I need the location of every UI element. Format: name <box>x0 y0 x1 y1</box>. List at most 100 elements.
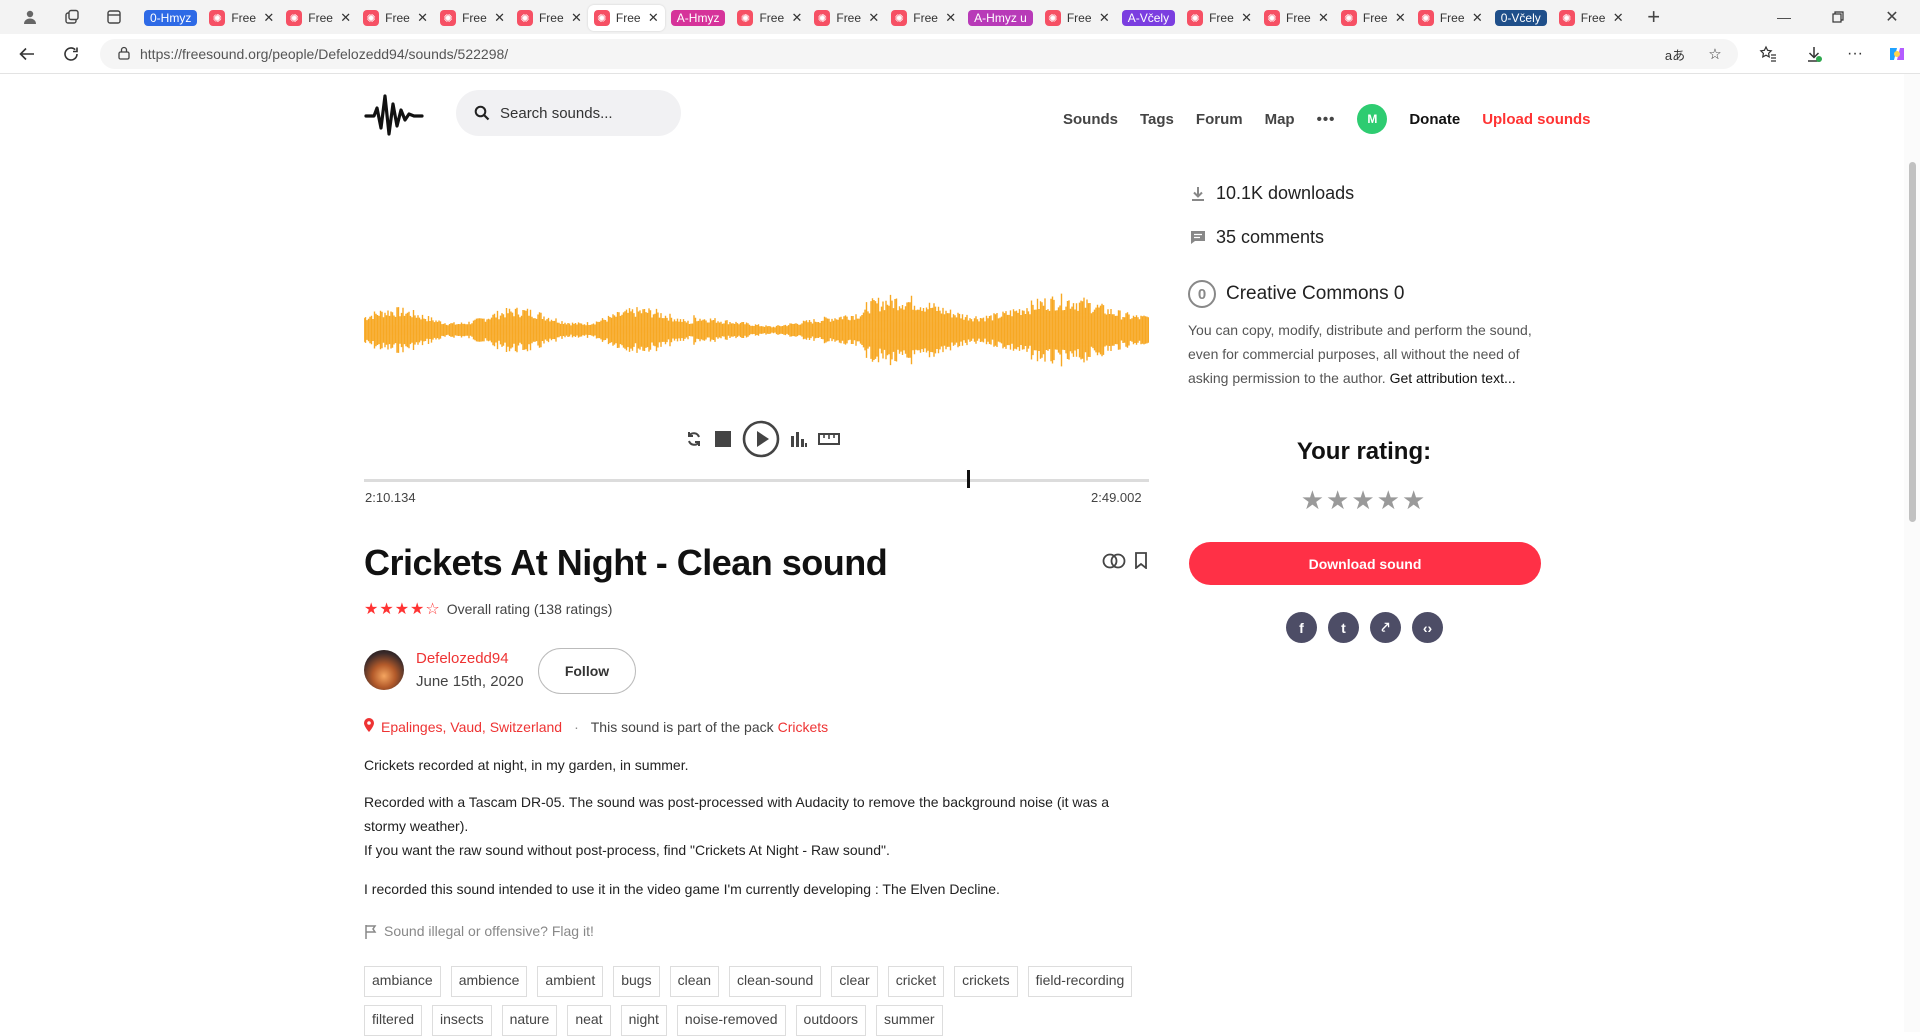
browser-tab[interactable]: ✺ Free ✕ <box>280 5 357 31</box>
close-tab-icon[interactable]: ✕ <box>340 10 351 26</box>
tag-filtered[interactable]: filtered <box>364 1005 423 1036</box>
url-field[interactable]: https://freesound.org/people/Defelozedd9… <box>100 39 1738 69</box>
tab-title[interactable]: Free <box>1286 11 1312 25</box>
play-icon[interactable] <box>742 420 780 463</box>
embed-icon[interactable]: ‹› <box>1412 612 1443 643</box>
close-tab-icon[interactable]: ✕ <box>263 10 274 26</box>
tab-group-label[interactable]: A-Hmyz u <box>962 5 1039 31</box>
settings-more-icon[interactable]: ··· <box>1844 43 1866 65</box>
location-link[interactable]: Epalinges, Vaud, Switzerland <box>381 719 562 735</box>
tag-summer[interactable]: summer <box>876 1005 943 1036</box>
close-tab-icon[interactable]: ✕ <box>791 10 802 26</box>
new-tab-icon[interactable]: + <box>1644 4 1664 29</box>
close-tab-icon[interactable]: ✕ <box>1613 10 1624 26</box>
progress-bar[interactable] <box>364 479 1149 482</box>
more-icon[interactable]: ••• <box>1317 111 1336 128</box>
tag-clear[interactable]: clear <box>831 966 878 997</box>
browser-tab[interactable]: ✺ Free ✕ <box>1412 5 1489 31</box>
close-tab-icon[interactable]: ✕ <box>868 10 879 26</box>
tab-title[interactable]: Free <box>913 11 939 25</box>
profile-icon[interactable] <box>20 7 40 27</box>
tab-group-label[interactable]: A-Hmyz <box>665 5 732 31</box>
nav-map[interactable]: Map <box>1265 111 1295 128</box>
flag-link[interactable]: Sound illegal or offensive? Flag it! <box>364 923 594 939</box>
close-window-icon[interactable]: ✕ <box>1882 7 1902 27</box>
browser-tab[interactable]: ✺ Free ✕ <box>1258 5 1335 31</box>
waveform[interactable] <box>364 290 1149 370</box>
tag-ambiance[interactable]: ambiance <box>364 966 441 997</box>
favorite-star-icon[interactable]: ☆ <box>1704 43 1726 65</box>
close-tab-icon[interactable]: ✕ <box>1472 10 1483 26</box>
comments-text[interactable]: 35 comments <box>1216 227 1324 248</box>
twitter-icon[interactable]: t <box>1328 612 1359 643</box>
url-text[interactable]: https://freesound.org/people/Defelozedd9… <box>140 46 508 62</box>
tag-nature[interactable]: nature <box>501 1005 558 1036</box>
tab-title[interactable]: Free <box>1581 11 1607 25</box>
lock-icon[interactable] <box>118 46 130 63</box>
nav-tags[interactable]: Tags <box>1140 111 1174 128</box>
tab-title[interactable]: Free <box>1209 11 1235 25</box>
tab-title[interactable]: Free <box>836 11 862 25</box>
tab-title[interactable]: Free <box>308 11 334 25</box>
copilot-icon[interactable] <box>1886 43 1908 65</box>
tag-field-recording[interactable]: field-recording <box>1027 966 1133 997</box>
tab-group-name[interactable]: A-Hmyz u <box>968 10 1033 26</box>
bookmark-icon[interactable] <box>1134 552 1148 574</box>
close-tab-icon[interactable]: ✕ <box>945 10 956 26</box>
workspaces-icon[interactable] <box>62 7 82 27</box>
tag-night[interactable]: night <box>620 1005 667 1036</box>
browser-tab[interactable]: ✺ Free ✕ <box>203 5 280 31</box>
tab-group-name[interactable]: 0-Včely <box>1494 10 1547 26</box>
loop-icon[interactable] <box>684 429 704 454</box>
favorites-icon[interactable] <box>1757 43 1779 65</box>
scrollbar-thumb[interactable] <box>1909 162 1916 522</box>
tab-group-label[interactable]: 0-Včely <box>1489 5 1553 31</box>
minimize-icon[interactable]: — <box>1774 7 1794 27</box>
follow-button[interactable]: Follow <box>538 648 636 694</box>
share-icon[interactable]: ⤤ <box>1370 612 1401 643</box>
tab-title[interactable]: Free <box>462 11 488 25</box>
back-icon[interactable] <box>9 36 45 72</box>
comments-count[interactable]: 35 comments <box>1190 227 1324 248</box>
restore-icon[interactable] <box>1828 7 1848 27</box>
tab-group-label[interactable]: A-Včely <box>1116 5 1181 31</box>
browser-tab[interactable]: ✺ Free ✕ <box>1039 5 1116 31</box>
downloads-icon[interactable] <box>1803 43 1825 65</box>
tab-title[interactable]: Free <box>1440 11 1466 25</box>
browser-tab[interactable]: ✺ Free ✕ <box>587 5 665 31</box>
tag-ambience[interactable]: ambience <box>450 966 528 997</box>
tab-title[interactable]: Free <box>1363 11 1389 25</box>
close-tab-icon[interactable]: ✕ <box>1395 10 1406 26</box>
close-tab-icon[interactable]: ✕ <box>1099 10 1110 26</box>
browser-tab[interactable]: ✺ Free ✕ <box>808 5 885 31</box>
pack-link[interactable]: Crickets <box>778 719 829 735</box>
rate-stars[interactable]: ★★★★★ <box>1188 485 1540 516</box>
ruler-icon[interactable] <box>818 432 840 451</box>
tab-group-name[interactable]: A-Hmyz <box>670 10 726 26</box>
tag-cricket[interactable]: cricket <box>887 966 945 997</box>
spectrogram-icon[interactable] <box>790 430 808 453</box>
donate-link[interactable]: Donate <box>1409 111 1460 128</box>
license-title[interactable]: Creative Commons 0 <box>1226 283 1404 305</box>
tag-outdoors[interactable]: outdoors <box>795 1005 867 1036</box>
close-tab-icon[interactable]: ✕ <box>648 10 659 26</box>
tag-bugs[interactable]: bugs <box>613 966 660 997</box>
refresh-icon[interactable] <box>53 36 89 72</box>
tab-title[interactable]: Free <box>385 11 411 25</box>
similar-sounds-icon[interactable] <box>1102 553 1126 574</box>
tab-title[interactable]: Free <box>616 11 642 25</box>
tab-title[interactable]: Free <box>1067 11 1093 25</box>
nav-sounds[interactable]: Sounds <box>1063 111 1118 128</box>
browser-tab[interactable]: ✺ Free ✕ <box>731 5 808 31</box>
facebook-icon[interactable]: f <box>1286 612 1317 643</box>
tab-group-name[interactable]: 0-Hmyz <box>144 10 198 26</box>
close-tab-icon[interactable]: ✕ <box>494 10 505 26</box>
flag-text[interactable]: Sound illegal or offensive? Flag it! <box>384 923 594 939</box>
nav-forum[interactable]: Forum <box>1196 111 1243 128</box>
read-aloud-icon[interactable]: aあ <box>1664 43 1686 65</box>
search-input[interactable]: Search sounds... <box>456 90 681 136</box>
close-tab-icon[interactable]: ✕ <box>417 10 428 26</box>
tab-group-label[interactable]: 0-Hmyz <box>138 5 203 31</box>
tab-title[interactable]: Free <box>539 11 565 25</box>
freesound-logo[interactable] <box>364 90 424 140</box>
